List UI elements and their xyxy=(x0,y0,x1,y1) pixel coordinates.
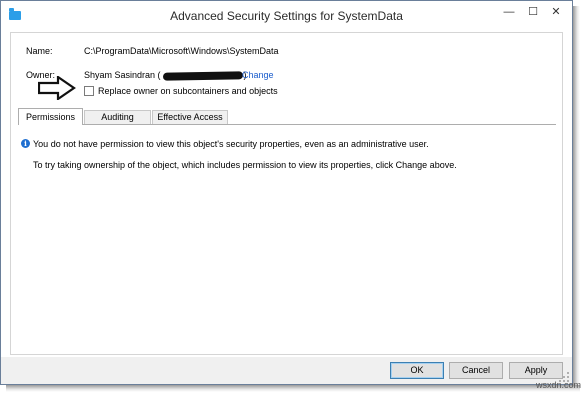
change-owner-link[interactable]: Change xyxy=(242,70,274,80)
name-label: Name: xyxy=(26,46,53,56)
advanced-security-dialog: Advanced Security Settings for SystemDat… xyxy=(0,0,573,385)
replace-owner-row[interactable]: Replace owner on subcontainers and objec… xyxy=(84,86,278,96)
owner-name: Shyam Sasindran ( xyxy=(84,70,161,80)
tab-auditing[interactable]: Auditing xyxy=(84,110,151,124)
minimize-button[interactable]: — xyxy=(498,2,520,22)
window-shadow-bottom xyxy=(6,385,580,392)
apply-button[interactable]: Apply xyxy=(509,362,563,379)
replace-owner-label[interactable]: Replace owner on subcontainers and objec… xyxy=(98,86,278,96)
close-button[interactable]: ✕ xyxy=(544,2,568,22)
take-ownership-hint: To try taking ownership of the object, w… xyxy=(33,160,457,170)
arrow-annotation-icon xyxy=(38,76,76,100)
dialog-content: Name: C:\ProgramData\Microsoft\Windows\S… xyxy=(10,32,563,355)
ok-button[interactable]: OK xyxy=(390,362,444,379)
window-title: Advanced Security Settings for SystemDat… xyxy=(170,9,403,23)
owner-value: Shyam Sasindran () xyxy=(84,70,247,81)
window-shadow-right xyxy=(573,6,580,387)
replace-owner-checkbox[interactable] xyxy=(84,86,94,96)
maximize-button[interactable]: ☐ xyxy=(522,2,544,22)
tab-effective-access[interactable]: Effective Access xyxy=(152,110,228,124)
title-bar[interactable]: Advanced Security Settings for SystemDat… xyxy=(1,1,572,31)
tab-permissions[interactable]: Permissions xyxy=(18,108,83,125)
name-value: C:\ProgramData\Microsoft\Windows\SystemD… xyxy=(84,46,279,56)
watermark: wsxdn.com xyxy=(536,380,582,390)
permissions-panel: i You do not have permission to view thi… xyxy=(18,124,556,351)
cancel-button[interactable]: Cancel xyxy=(449,362,503,379)
button-bar: OK Cancel Apply xyxy=(1,357,572,384)
info-icon: i xyxy=(21,139,30,148)
permission-denied-message: You do not have permission to view this … xyxy=(33,139,429,149)
redaction-scribble xyxy=(162,70,243,81)
